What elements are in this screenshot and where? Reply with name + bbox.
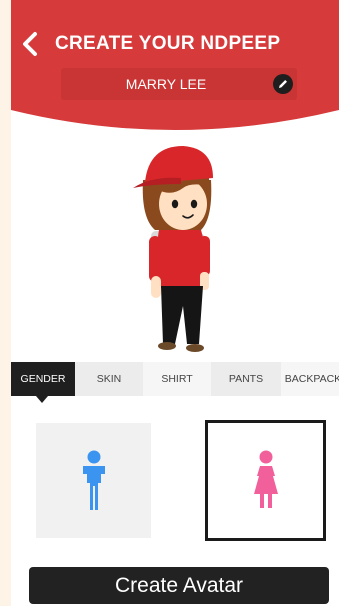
create-avatar-button[interactable]: Create Avatar [29, 567, 329, 604]
tab-shirt[interactable]: SHIRT [143, 362, 211, 396]
avatar-preview [133, 146, 213, 352]
pencil-icon [279, 80, 287, 88]
name-field[interactable]: MARRY LEE [61, 68, 297, 100]
header: CREATE YOUR NDPEEP MARRY LEE [11, 0, 339, 135]
page-title: CREATE YOUR NDPEEP [55, 33, 281, 54]
tab-backpack[interactable]: BACKPACK [281, 362, 339, 396]
tab-gender[interactable]: GENDER [11, 362, 75, 396]
female-option[interactable] [205, 420, 326, 541]
app-screen: CREATE YOUR NDPEEP MARRY LEE GENDER SKIN… [11, 0, 339, 606]
chevron-left-icon [23, 32, 37, 56]
tab-pants[interactable]: PANTS [211, 362, 281, 396]
tab-skin[interactable]: SKIN [75, 362, 143, 396]
edit-name-button[interactable] [273, 74, 293, 94]
customization-tabs: GENDER SKIN SHIRT PANTS BACKPACK [11, 362, 339, 396]
back-button[interactable] [19, 30, 41, 58]
female-figure-icon [253, 450, 278, 508]
name-value[interactable]: MARRY LEE [61, 68, 271, 100]
active-tab-pointer [36, 396, 48, 403]
male-figure-icon [82, 450, 105, 510]
male-option[interactable] [36, 423, 151, 538]
